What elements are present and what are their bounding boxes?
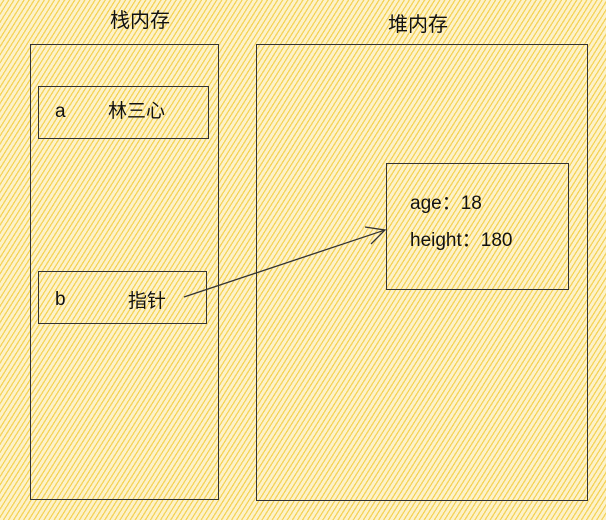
variable-a-value: 林三心 <box>108 101 166 122</box>
variable-a-name: a <box>55 101 66 122</box>
heap-object-height: height：180 <box>410 230 513 251</box>
heap-object <box>386 163 569 290</box>
stack-memory-title: 栈内存 <box>110 10 170 32</box>
heap-object-age: age：18 <box>410 193 482 214</box>
variable-b-name: b <box>55 289 66 310</box>
variable-b-value: 指针 <box>128 291 167 312</box>
heap-memory-title: 堆内存 <box>388 14 448 36</box>
